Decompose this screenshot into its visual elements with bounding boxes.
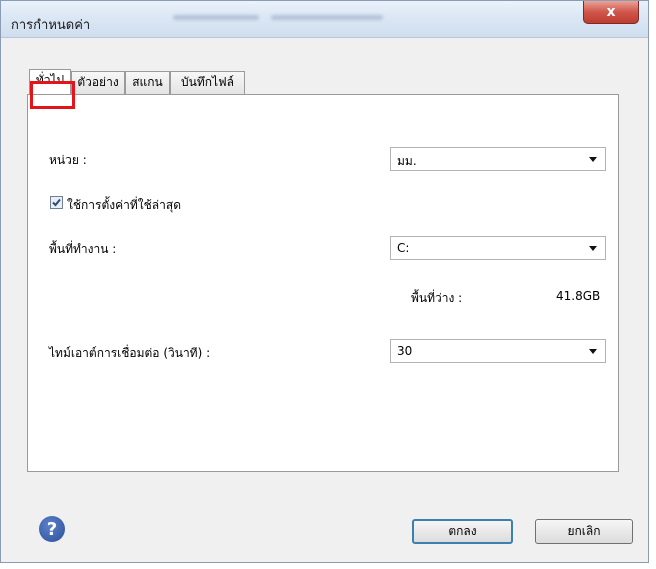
tab-general-label: ทั่วไป bbox=[35, 73, 65, 87]
unit-label: หน่วย : bbox=[49, 153, 87, 167]
connection-timeout-value: 30 bbox=[397, 344, 413, 358]
checkmark-icon bbox=[52, 198, 61, 207]
ok-button[interactable]: ตกลง bbox=[412, 519, 513, 544]
tab-save-file-label: บันทึกไฟล์ bbox=[181, 75, 234, 89]
tab-scan-label: สแกน bbox=[132, 75, 163, 89]
chevron-down-icon bbox=[589, 157, 597, 162]
workspace-label: พื้นที่ทำงาน : bbox=[49, 242, 117, 256]
blurred-title-decoration bbox=[173, 15, 259, 20]
free-space-label: พื้นที่ว่าง : bbox=[411, 291, 463, 305]
connection-timeout-label: ไทม์เอาต์การเชื่อมต่อ (วินาที) : bbox=[49, 346, 211, 360]
unit-select[interactable]: มม. bbox=[390, 147, 606, 171]
ok-button-label: ตกลง bbox=[448, 524, 477, 538]
use-last-settings-label: ใช้การตั้งค่าที่ใช้ล่าสุด bbox=[67, 198, 181, 212]
workspace-select[interactable]: C: bbox=[390, 236, 606, 260]
blurred-title-decoration bbox=[271, 15, 383, 20]
workspace-select-value: C: bbox=[397, 241, 410, 255]
title-bar[interactable]: การกำหนดค่า x bbox=[1, 1, 648, 38]
free-space-value: 41.8GB bbox=[556, 289, 601, 303]
tab-general[interactable]: ทั่วไป bbox=[29, 69, 71, 94]
cancel-button-label: ยกเลิก bbox=[567, 524, 601, 538]
tab-preview[interactable]: ตัวอย่าง bbox=[71, 71, 125, 94]
tab-preview-label: ตัวอย่าง bbox=[77, 75, 119, 89]
tab-save-file[interactable]: บันทึกไฟล์ bbox=[170, 71, 245, 94]
tab-scan[interactable]: สแกน bbox=[125, 71, 170, 94]
window-title: การกำหนดค่า bbox=[11, 18, 91, 33]
use-last-settings-checkbox[interactable] bbox=[50, 196, 63, 209]
connection-timeout-select[interactable]: 30 bbox=[390, 339, 606, 363]
close-icon: x bbox=[606, 4, 616, 20]
cancel-button[interactable]: ยกเลิก bbox=[535, 519, 633, 544]
unit-select-value: มม. bbox=[397, 154, 417, 168]
close-button[interactable]: x bbox=[583, 1, 639, 24]
chevron-down-icon bbox=[589, 246, 597, 251]
chevron-down-icon bbox=[589, 349, 597, 354]
settings-dialog: การกำหนดค่า x ทั่วไป ตัวอย่าง สแกน บันทึ… bbox=[0, 0, 649, 563]
help-icon[interactable]: ? bbox=[39, 516, 65, 542]
